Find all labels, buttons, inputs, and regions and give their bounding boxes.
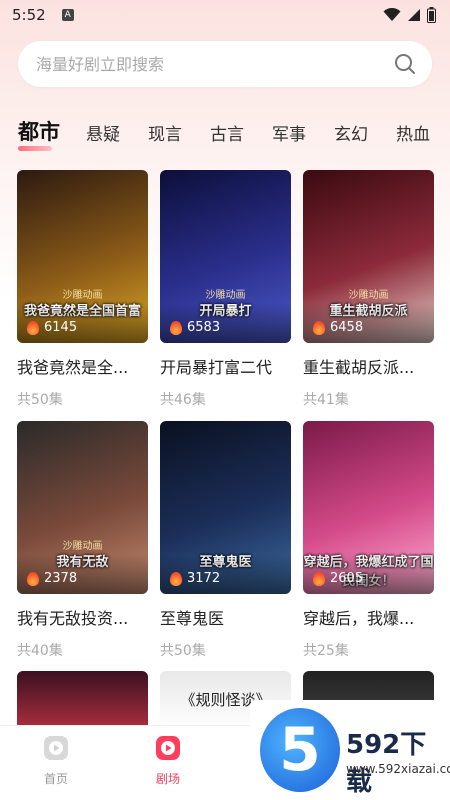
drama-card[interactable]: 至尊鬼医3172 至尊鬼医共50集: [160, 421, 291, 672]
view-count: 6458: [313, 320, 363, 335]
notification-icon: A: [61, 9, 74, 21]
search-icon[interactable]: [394, 53, 416, 75]
drama-card[interactable]: 沙雕动画开局暴打6583 开局暴打富二代共46集: [160, 170, 291, 421]
tab-2[interactable]: 现言: [148, 116, 182, 145]
watermark-brand: 592下载: [346, 730, 427, 797]
drama-title[interactable]: 至尊鬼医: [160, 605, 291, 629]
watermark-number: 5: [260, 708, 340, 792]
drama-card[interactable]: 沙雕动画我有无敌2378 我有无敌投资... 共40集: [17, 421, 148, 672]
drama-cover[interactable]: 至尊鬼医3172: [160, 421, 291, 594]
cover-brand: 沙雕动画: [62, 290, 103, 301]
status-icons: [383, 7, 436, 23]
cover-brand: 沙雕动画: [62, 541, 103, 552]
status-time: 5:52: [12, 6, 46, 24]
nav-theater[interactable]: 剧场: [138, 736, 198, 787]
drama-cover-partial[interactable]: [17, 671, 148, 731]
drama-card[interactable]: 沙雕动画重生截胡反派6458 重生截胡反派... 共41集: [303, 170, 434, 421]
drama-cover[interactable]: 沙雕动画重生截胡反派6458: [303, 170, 434, 343]
category-tabs: 都市 悬疑 现言 古言 军事 玄幻 热血: [18, 116, 450, 156]
drama-title[interactable]: 重生截胡反派...: [303, 354, 434, 378]
cover-brand: 沙雕动画: [205, 290, 246, 301]
watermark-url: www.592xiazai.com: [346, 762, 450, 776]
episode-count: 共25集: [303, 643, 349, 659]
wifi-icon: [383, 8, 401, 21]
episode-count: 共46集: [160, 392, 206, 408]
drama-grid: 沙雕动画我爸竟然是全国首富6145 我爸竟然是全... 共50集 沙雕动画开局暴打65…: [17, 170, 435, 672]
drama-cover[interactable]: 沙雕动画我爸竟然是全国首富6145: [17, 170, 148, 343]
nav-home[interactable]: 首页: [26, 736, 86, 787]
view-count: 3172: [170, 571, 220, 586]
drama-card[interactable]: 穿越后，我爆红成了国民闺女！2605 穿越后，我爆... 共25集: [303, 421, 434, 672]
signal-icon: [408, 9, 420, 21]
view-count: 6145: [27, 320, 77, 335]
drama-card[interactable]: 沙雕动画我爸竟然是全国首富6145 我爸竟然是全... 共50集: [17, 170, 148, 421]
view-count: 2605: [313, 571, 363, 586]
episode-count: 共50集: [160, 643, 206, 659]
watermark-logo: 5 592下载 www.592xiazai.com: [250, 700, 450, 800]
drama-title[interactable]: 穿越后，我爆...: [303, 605, 434, 629]
view-count-value: 3172: [187, 571, 221, 586]
drama-cover[interactable]: 穿越后，我爆红成了国民闺女！2605: [303, 421, 434, 594]
view-count: 6583: [170, 320, 220, 335]
drama-title[interactable]: 开局暴打富二代: [160, 354, 291, 378]
fire-icon: [170, 320, 182, 335]
status-bar: 5:52 A: [0, 0, 450, 30]
episode-count: 共50集: [17, 392, 63, 408]
drama-cover[interactable]: 沙雕动画我有无敌2378: [17, 421, 148, 594]
tab-5[interactable]: 玄幻: [334, 116, 368, 145]
fire-icon: [313, 571, 325, 586]
battery-icon: [427, 7, 436, 23]
tab-1[interactable]: 悬疑: [86, 116, 120, 145]
episode-count: 共41集: [303, 392, 349, 408]
drama-title[interactable]: 我爸竟然是全...: [17, 354, 148, 378]
nav-home-label: 首页: [43, 772, 68, 786]
search-bar[interactable]: [18, 41, 432, 87]
view-count-value: 6145: [44, 320, 78, 335]
tab-0[interactable]: 都市: [18, 116, 60, 151]
fire-icon: [27, 320, 39, 335]
view-count-value: 6458: [330, 320, 364, 335]
tab-3[interactable]: 古言: [210, 116, 244, 145]
fire-icon: [27, 571, 39, 586]
tab-4[interactable]: 军事: [272, 116, 306, 145]
episode-count: 共40集: [17, 643, 63, 659]
cover-brand: 沙雕动画: [348, 290, 389, 301]
fire-icon: [313, 320, 325, 335]
view-count-value: 2378: [44, 571, 78, 586]
view-count-value: 2605: [330, 571, 364, 586]
view-count-value: 6583: [187, 320, 221, 335]
play-icon: [44, 736, 68, 760]
play-icon: [156, 736, 180, 760]
search-input[interactable]: [36, 54, 394, 74]
nav-theater-label: 剧场: [155, 772, 180, 786]
fire-icon: [170, 571, 182, 586]
view-count: 2378: [27, 571, 77, 586]
tab-6[interactable]: 热血: [396, 116, 430, 145]
drama-cover[interactable]: 沙雕动画开局暴打6583: [160, 170, 291, 343]
drama-title[interactable]: 我有无敌投资...: [17, 605, 148, 629]
